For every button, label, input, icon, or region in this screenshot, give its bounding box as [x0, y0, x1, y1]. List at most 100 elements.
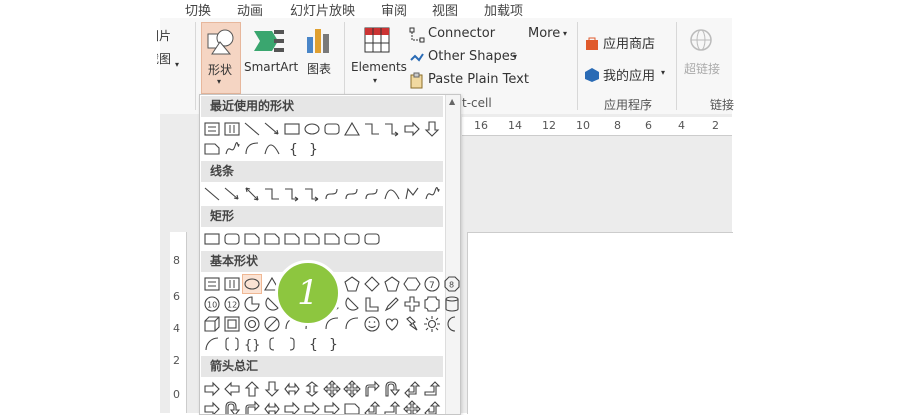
arcB-shape-icon[interactable]: [203, 335, 221, 353]
vtext-shape-icon[interactable]: [223, 275, 241, 293]
curvedconn-shape-icon[interactable]: [363, 185, 381, 203]
rrect-shape-icon[interactable]: [363, 230, 381, 248]
oval-shape-icon[interactable]: [303, 120, 321, 138]
downarrow-shape-icon[interactable]: [263, 380, 281, 398]
lrarrow-shape-icon[interactable]: [283, 380, 301, 398]
tri-shape-icon[interactable]: [343, 120, 361, 138]
textbox-shape-icon[interactable]: [203, 275, 221, 293]
curvedconn-shape-icon[interactable]: [323, 185, 341, 203]
rrect-shape-icon[interactable]: [223, 230, 241, 248]
udarrow-shape-icon[interactable]: [303, 380, 321, 398]
lbrk-shape-icon[interactable]: [263, 335, 281, 353]
vtext-shape-icon[interactable]: [223, 120, 241, 138]
picture-button-partial[interactable]: 图片: [157, 27, 171, 47]
smiley-shape-icon[interactable]: [363, 315, 381, 333]
curvedconn-shape-icon[interactable]: [343, 185, 361, 203]
screenshot-button-partial[interactable]: 截图▾: [157, 50, 179, 70]
arc-shape-icon[interactable]: [243, 140, 261, 158]
freeform-shape-icon[interactable]: [403, 185, 421, 203]
rightarrow-shape-icon[interactable]: [403, 120, 421, 138]
pent-shape-icon[interactable]: [343, 275, 361, 293]
rect-shape-icon[interactable]: [283, 120, 301, 138]
pen-shape-icon[interactable]: [383, 295, 401, 313]
quad-shape-icon[interactable]: [323, 380, 341, 398]
snip-shape-icon[interactable]: [203, 140, 221, 158]
snip-shape-icon[interactable]: [323, 230, 341, 248]
rbrace-shape-icon[interactable]: }: [303, 140, 321, 158]
noSymbol-shape-icon[interactable]: [263, 315, 281, 333]
tab-view[interactable]: 视图: [432, 0, 458, 19]
snip-shape-icon[interactable]: [303, 230, 321, 248]
other-shapes-button[interactable]: Other Shapes ▾: [409, 49, 529, 67]
sun-shape-icon[interactable]: [423, 315, 441, 333]
downarrow-shape-icon[interactable]: [423, 120, 441, 138]
shapes-button[interactable]: 形状 ▾: [201, 22, 241, 94]
lbrace-shape-icon[interactable]: {: [303, 335, 321, 353]
cube-shape-icon[interactable]: [203, 315, 221, 333]
curve-shape-icon[interactable]: [383, 185, 401, 203]
pent-shape-icon[interactable]: [383, 275, 401, 293]
quad-shape-icon[interactable]: [343, 380, 361, 398]
tab-addins[interactable]: 加载项: [484, 0, 523, 19]
uturn-shape-icon[interactable]: [383, 380, 401, 398]
heart-shape-icon[interactable]: [383, 315, 401, 333]
arrowline-shape-icon[interactable]: [223, 185, 241, 203]
elbow-shape-icon[interactable]: [363, 120, 381, 138]
curve-shape-icon[interactable]: [263, 140, 281, 158]
slide-canvas[interactable]: [467, 232, 733, 414]
hex-shape-icon[interactable]: [403, 275, 421, 293]
rbrace-shape-icon[interactable]: }: [323, 335, 341, 353]
rrect-shape-icon[interactable]: [343, 230, 361, 248]
plus-shape-icon[interactable]: [403, 295, 421, 313]
tab-animations[interactable]: 动画: [237, 0, 263, 19]
bevel-shape-icon[interactable]: [223, 315, 241, 333]
scribble-shape-icon[interactable]: [223, 140, 241, 158]
rect-shape-icon[interactable]: [203, 230, 221, 248]
tab-transitions[interactable]: 切换: [185, 0, 211, 19]
scroll-up-icon[interactable]: ▲: [449, 97, 455, 106]
tab-slideshow[interactable]: 幻灯片放映: [290, 0, 355, 19]
oval-shape-icon[interactable]: [242, 274, 262, 294]
c10-shape-icon[interactable]: 10: [203, 295, 221, 313]
scribble-shape-icon[interactable]: [423, 185, 441, 203]
dblarrow-shape-icon[interactable]: [243, 185, 261, 203]
rightarrow-shape-icon[interactable]: [203, 380, 221, 398]
moon-shape-icon[interactable]: [443, 315, 460, 333]
dbrace-shape-icon[interactable]: {}: [243, 335, 261, 353]
pie-shape-icon[interactable]: [243, 295, 261, 313]
smartart-button[interactable]: SmartArt: [243, 22, 298, 82]
elbowarrow-shape-icon[interactable]: [283, 185, 301, 203]
hyperlink-button[interactable]: 超链接: [682, 26, 722, 76]
rbrk-shape-icon[interactable]: [283, 335, 301, 353]
arrowline-shape-icon[interactable]: [263, 120, 281, 138]
elements-button[interactable]: Elements ▾: [349, 22, 407, 88]
dbracket-shape-icon[interactable]: [223, 335, 241, 353]
line-shape-icon[interactable]: [203, 185, 221, 203]
leftarrow-shape-icon[interactable]: [223, 380, 241, 398]
lbrace-shape-icon[interactable]: {: [283, 140, 301, 158]
snip-shape-icon[interactable]: [283, 230, 301, 248]
line-shape-icon[interactable]: [243, 120, 261, 138]
elbow-shape-icon[interactable]: [263, 185, 281, 203]
diamond-shape-icon[interactable]: [363, 275, 381, 293]
scrollbar[interactable]: ▲: [445, 95, 460, 414]
donut-shape-icon[interactable]: [243, 315, 261, 333]
bentup-shape-icon[interactable]: [423, 380, 441, 398]
elbowarrow-shape-icon[interactable]: [303, 185, 321, 203]
rrect-shape-icon[interactable]: [323, 120, 341, 138]
bent-shape-icon[interactable]: [363, 380, 381, 398]
elbowarrow-shape-icon[interactable]: [383, 120, 401, 138]
oct-shape-icon[interactable]: 8: [443, 275, 460, 293]
chord-shape-icon[interactable]: [343, 295, 361, 313]
textbox-shape-icon[interactable]: [203, 120, 221, 138]
bolt-shape-icon[interactable]: [403, 315, 421, 333]
snip-shape-icon[interactable]: [263, 230, 281, 248]
snip-shape-icon[interactable]: [243, 230, 261, 248]
hept-shape-icon[interactable]: 7: [423, 275, 441, 293]
tab-review[interactable]: 审阅: [381, 0, 407, 19]
lshape-shape-icon[interactable]: [363, 295, 381, 313]
can-shape-icon[interactable]: [443, 295, 460, 313]
arc-shape-icon[interactable]: [343, 315, 361, 333]
uparrow-shape-icon[interactable]: [243, 380, 261, 398]
c12-shape-icon[interactable]: 12: [223, 295, 241, 313]
